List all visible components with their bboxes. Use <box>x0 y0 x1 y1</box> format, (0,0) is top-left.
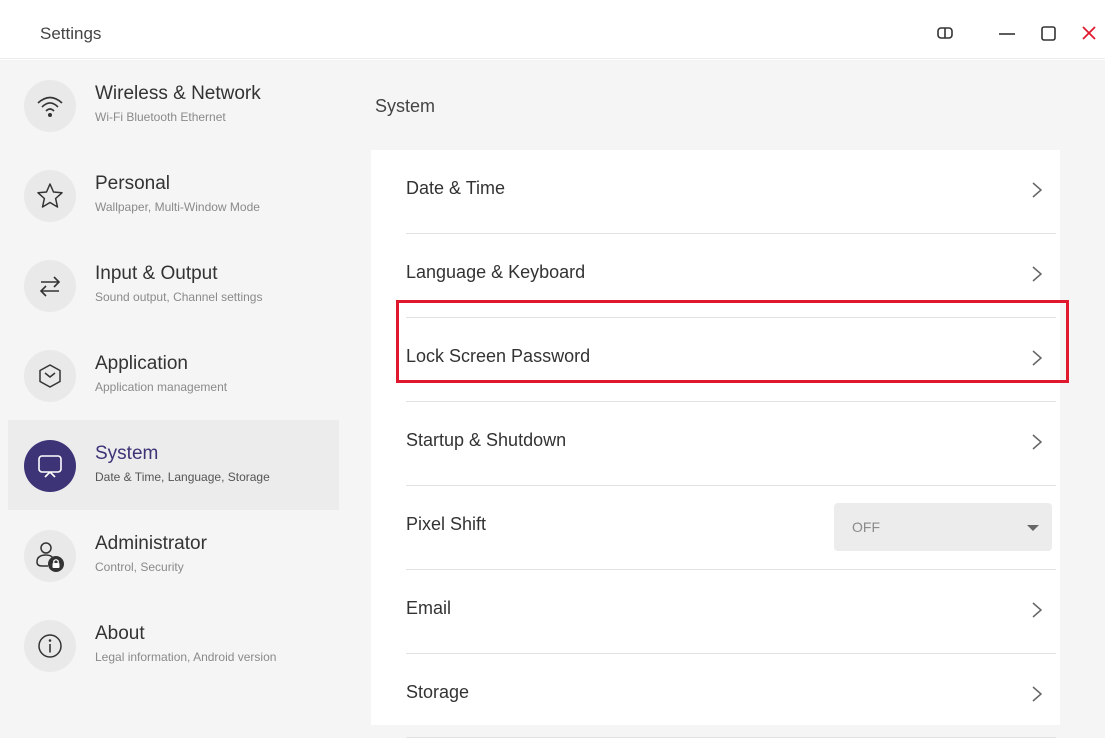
sidebar-item-title: About <box>95 623 145 644</box>
sidebar-item-title: Administrator <box>95 533 207 554</box>
sidebar-item-subtitle: Legal information, Android version <box>95 650 277 664</box>
row-label: Startup & Shutdown <box>406 430 567 450</box>
chevron-right-icon <box>1032 434 1043 450</box>
section-title: System <box>375 96 436 116</box>
pixel-shift-dropdown[interactable]: OFF <box>834 503 1052 551</box>
info-icon <box>24 620 76 672</box>
sidebar-item-title: Input & Output <box>95 263 218 284</box>
caret-down-icon <box>1027 525 1039 531</box>
sidebar-item-subtitle: Date & Time, Language, Storage <box>95 470 270 484</box>
sidebar-item-subtitle: Sound output, Channel settings <box>95 290 263 304</box>
row-label: Pixel Shift <box>406 514 487 534</box>
minimize-icon[interactable] <box>996 22 1018 44</box>
row-pixel-shift: Pixel Shift OFF <box>406 486 1056 570</box>
sidebar-item-personal[interactable]: Personal Wallpaper, Multi-Window Mode <box>8 150 339 240</box>
row-language-keyboard[interactable]: Language & Keyboard <box>406 234 1056 318</box>
row-startup-shutdown[interactable]: Startup & Shutdown <box>406 402 1056 486</box>
row-label: Lock Screen Password <box>406 346 591 366</box>
sidebar-item-system[interactable]: System Date & Time, Language, Storage <box>8 420 339 510</box>
wifi-icon <box>24 80 76 132</box>
chevron-right-icon <box>1032 686 1043 702</box>
sidebar-item-subtitle: Application management <box>95 380 228 394</box>
row-label: Email <box>406 598 452 618</box>
sidebar-item-application[interactable]: Application Application management <box>8 330 339 420</box>
sidebar-item-title: System <box>95 443 159 464</box>
settings-list: Date & Time Language & Keyboard Lock Scr… <box>371 150 1060 738</box>
row-lock-screen-password[interactable]: Lock Screen Password <box>406 318 1056 402</box>
sidebar-item-wireless-network[interactable]: Wireless & Network Wi-Fi Bluetooth Ether… <box>8 60 339 150</box>
chevron-right-icon <box>1032 182 1043 198</box>
row-storage[interactable]: Storage <box>406 654 1056 738</box>
sidebar-item-subtitle: Wallpaper, Multi-Window Mode <box>95 200 260 214</box>
title-bar: Settings <box>0 0 1105 59</box>
sidebar-item-title: Application <box>95 353 188 374</box>
row-date-time[interactable]: Date & Time <box>406 150 1056 234</box>
close-icon[interactable] <box>1078 22 1100 44</box>
content-pane: System Date & Time Language & Keyboard L… <box>339 60 1105 738</box>
app-title: Settings <box>40 24 102 43</box>
sidebar-item-administrator[interactable]: Administrator Control, Security <box>8 510 339 600</box>
sidebar-item-about[interactable]: About Legal information, Android version <box>8 600 339 690</box>
cube-icon <box>24 350 76 402</box>
chevron-right-icon <box>1032 350 1043 366</box>
maximize-icon[interactable] <box>1037 22 1059 44</box>
monitor-icon <box>24 440 76 492</box>
sidebar: Wireless & Network Wi-Fi Bluetooth Ether… <box>0 60 339 738</box>
row-label: Language & Keyboard <box>406 262 586 282</box>
sidebar-item-title: Personal <box>95 173 170 194</box>
dropdown-value: OFF <box>852 519 880 535</box>
sidebar-item-input-output[interactable]: Input & Output Sound output, Channel set… <box>8 240 339 330</box>
row-email[interactable]: Email <box>406 570 1056 654</box>
swap-arrows-icon <box>24 260 76 312</box>
sidebar-item-subtitle: Control, Security <box>95 560 184 574</box>
row-label: Date & Time <box>406 178 506 198</box>
chevron-right-icon <box>1032 602 1043 618</box>
split-view-icon[interactable] <box>934 22 956 44</box>
sidebar-item-subtitle: Wi-Fi Bluetooth Ethernet <box>95 110 226 124</box>
star-icon <box>24 170 76 222</box>
user-lock-icon <box>24 530 76 582</box>
chevron-right-icon <box>1032 266 1043 282</box>
row-label: Storage <box>406 682 470 702</box>
sidebar-item-title: Wireless & Network <box>95 83 261 104</box>
